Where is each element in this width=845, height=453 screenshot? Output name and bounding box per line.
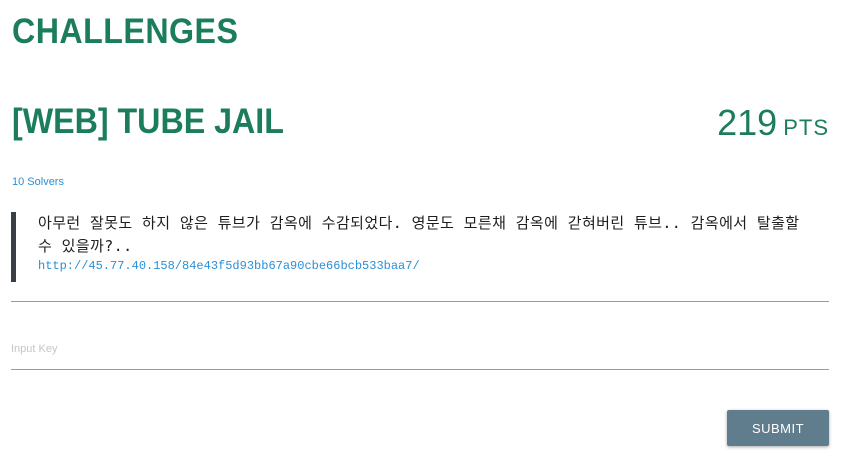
page-title: CHALLENGES xyxy=(12,12,239,51)
points-unit: PTS xyxy=(783,115,829,140)
challenge-description: 아무런 잘못도 하지 않은 튜브가 감옥에 수감되었다. 영문도 모른채 감옥에… xyxy=(11,212,826,282)
key-input[interactable] xyxy=(11,333,829,363)
input-underline xyxy=(11,369,829,370)
challenge-title: [WEB] TUBE JAIL xyxy=(12,102,284,141)
challenge-url-link[interactable]: http://45.77.40.158/84e43f5d93bb67a90cbe… xyxy=(38,259,826,273)
description-text: 아무런 잘못도 하지 않은 튜브가 감옥에 수감되었다. 영문도 모른채 감옥에… xyxy=(38,214,800,255)
divider xyxy=(11,301,829,302)
submit-button[interactable]: SUBMIT xyxy=(727,410,829,446)
challenge-points: 219 PTS xyxy=(717,102,829,144)
solvers-link[interactable]: 10 Solvers xyxy=(12,176,64,188)
challenge-header: [WEB] TUBE JAIL 219 PTS xyxy=(12,102,829,146)
points-value: 219 xyxy=(717,102,778,143)
